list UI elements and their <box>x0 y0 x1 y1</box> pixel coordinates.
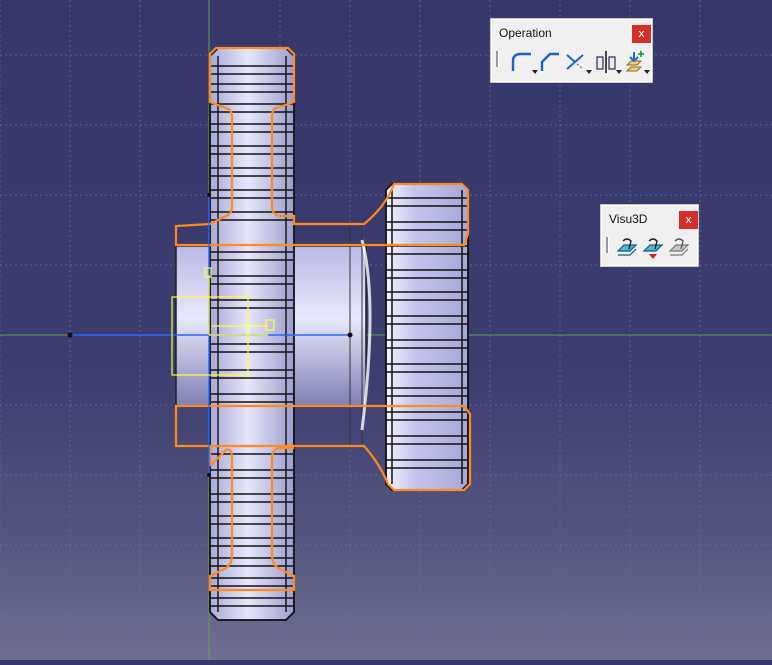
axis-endpoint-top <box>207 193 211 197</box>
project-3d-elements-button[interactable] <box>621 49 650 75</box>
lighting-icon <box>642 238 664 259</box>
operation-toolbar-buttons <box>491 49 652 81</box>
viewport-canvas <box>0 0 772 660</box>
visu3d-toolbar-buttons <box>601 235 698 267</box>
chamfer-icon <box>540 52 559 71</box>
operation-toolbar-header[interactable]: Operation x <box>491 19 652 49</box>
axis-endpoint-right <box>347 332 353 338</box>
operation-toolbar-title: Operation <box>499 26 552 40</box>
cut-part-by-sketch-plane-button[interactable] <box>615 235 639 261</box>
toolbar-grip[interactable] <box>496 51 499 67</box>
large-gear <box>209 47 295 621</box>
operation-toolbar-close-button[interactable]: x <box>632 25 651 43</box>
visu3d-toolbar-close-button[interactable]: x <box>679 211 698 229</box>
small-gear <box>385 183 469 491</box>
visu3d-toolbar-header[interactable]: Visu3D x <box>601 205 698 235</box>
operation-toolbar[interactable]: Operation x <box>490 18 653 83</box>
axis-endpoint-bottom <box>207 473 211 477</box>
no-3d-background-button[interactable] <box>667 235 691 261</box>
toolbar-grip[interactable] <box>606 237 609 253</box>
axis-endpoint-left <box>67 332 73 338</box>
corner-button[interactable] <box>509 49 538 75</box>
no-3d-background-icon <box>668 238 690 256</box>
visu3d-toolbar-title: Visu3D <box>609 212 648 226</box>
dropdown-arrow-icon <box>586 70 592 74</box>
mirror-button[interactable] <box>593 49 622 75</box>
cut-part-by-sketch-plane-icon <box>616 238 638 256</box>
dropdown-arrow-icon <box>644 70 650 74</box>
visu3d-toolbar[interactable]: Visu3D x <box>600 204 699 267</box>
trim-button[interactable] <box>563 49 592 75</box>
lighting-button[interactable] <box>641 235 665 261</box>
chamfer-button[interactable] <box>537 49 563 75</box>
3d-viewport[interactable] <box>0 0 772 660</box>
